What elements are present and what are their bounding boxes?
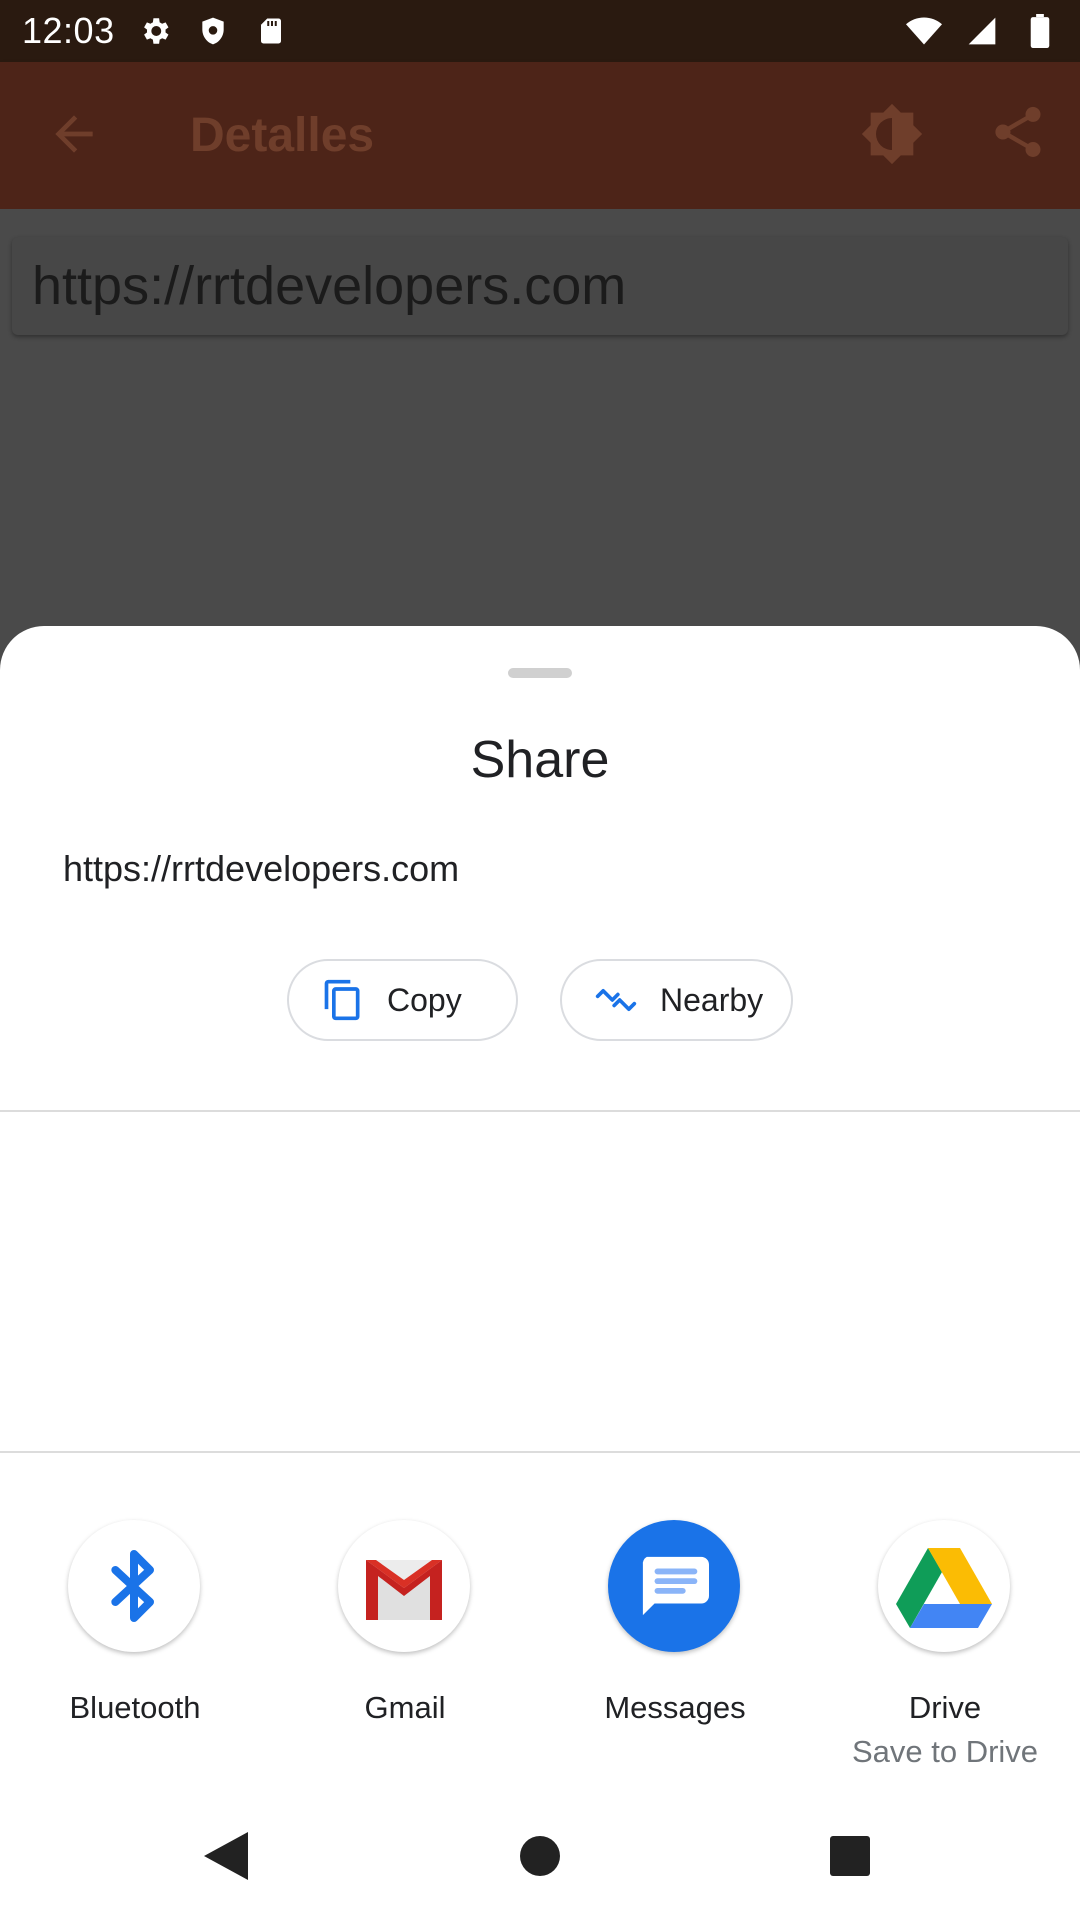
status-time: 12:03 bbox=[22, 10, 115, 51]
status-left: 12:03 bbox=[22, 10, 289, 52]
status-right bbox=[906, 13, 1058, 49]
app-sublabel: Save to Drive bbox=[851, 1734, 1039, 1769]
wifi-icon bbox=[906, 13, 942, 49]
nav-home-icon[interactable] bbox=[510, 1826, 570, 1886]
copy-label: Copy bbox=[387, 981, 462, 1018]
shared-text: https://rrtdevelopers.com bbox=[63, 848, 460, 889]
app-bar: Detalles bbox=[0, 62, 1080, 209]
status-bar: 12:03 bbox=[0, 0, 1080, 62]
copy-icon bbox=[321, 978, 365, 1022]
back-arrow-icon[interactable] bbox=[46, 106, 102, 162]
nearby-icon bbox=[594, 978, 638, 1022]
share-sheet: Share https://rrtdevelopers.com Copy Nea… bbox=[0, 626, 1080, 1920]
gmail-icon bbox=[338, 1520, 470, 1652]
shield-icon bbox=[195, 13, 231, 49]
url-field: https://rrtdevelopers.com bbox=[12, 237, 1068, 335]
divider bbox=[0, 1451, 1080, 1453]
navigation-bar bbox=[0, 1790, 1080, 1920]
page-title: Detalles bbox=[190, 109, 375, 162]
battery-icon bbox=[1022, 13, 1058, 49]
drive-icon bbox=[878, 1520, 1010, 1652]
sd-card-icon bbox=[253, 13, 289, 49]
bluetooth-icon bbox=[68, 1520, 200, 1652]
divider bbox=[0, 1110, 1080, 1112]
app-label: Bluetooth bbox=[69, 1690, 201, 1725]
brightness-icon[interactable] bbox=[860, 102, 924, 166]
content-area: https://rrtdevelopers.com bbox=[0, 209, 1080, 629]
nav-back-icon[interactable] bbox=[196, 1826, 256, 1886]
nearby-button[interactable]: Nearby bbox=[560, 959, 793, 1041]
app-label: Messages bbox=[604, 1690, 746, 1725]
nearby-label: Nearby bbox=[660, 981, 764, 1018]
screen: 12:03 Detalles https://rrtdevelopers.com… bbox=[0, 0, 1080, 1920]
nav-recents-icon[interactable] bbox=[820, 1826, 880, 1886]
signal-icon bbox=[964, 13, 1000, 49]
app-label: Drive bbox=[908, 1690, 982, 1725]
share-title: Share bbox=[470, 731, 610, 789]
share-icon[interactable] bbox=[988, 102, 1052, 166]
copy-button[interactable]: Copy bbox=[287, 959, 518, 1041]
drag-handle[interactable] bbox=[508, 668, 572, 678]
app-targets: Bluetooth Gmail Messages Drive Save to D… bbox=[0, 1520, 1080, 1800]
messages-icon bbox=[608, 1520, 740, 1652]
gear-icon bbox=[137, 13, 173, 49]
app-label: Gmail bbox=[364, 1690, 446, 1725]
